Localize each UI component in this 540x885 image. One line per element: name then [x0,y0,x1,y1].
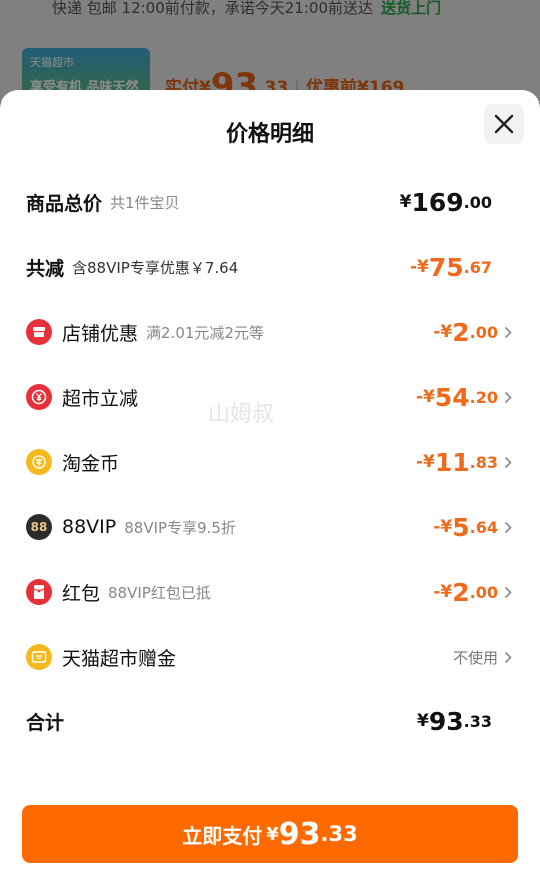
price-dec: .00 [469,582,498,602]
row-sub: 满2.01元减2元等 [146,323,264,342]
88vip-icon: 88 [26,514,52,540]
chevron-right-icon [504,521,512,534]
price-int: 2 [452,577,470,607]
coin-icon [26,449,52,475]
price-dec: .00 [463,192,492,212]
price-dec: .67 [463,257,492,277]
price-dec: .83 [469,452,498,472]
row-gift-credit[interactable]: 天猫超市赠金 不使用 [0,637,540,677]
row-label: 红包 [62,582,101,605]
row-label: 超市立减 [62,387,139,410]
row-88vip[interactable]: 88 88VIP 88VIP专享9.5折 -¥ 5.64 [0,507,540,547]
row-sub: 含88VIP专享优惠￥7.64 [72,258,239,277]
price-int: 169 [411,187,464,217]
price-prefix: -¥ [433,582,453,602]
row-red-packet[interactable]: 红包 88VIP红包已抵 -¥ 2.00 [0,572,540,612]
pay-now-button[interactable]: 立即支付 ¥93.33 [22,805,518,863]
price-dec: .64 [469,517,498,537]
row-shop-discount[interactable]: 店铺优惠 满2.01元减2元等 -¥ 2.00 [0,312,540,352]
price-prefix: -¥ [433,322,453,342]
row-label: 淘金币 [62,452,120,475]
price-prefix: -¥ [415,452,435,472]
row-label: 店铺优惠 [62,322,139,345]
gift-card-icon [26,644,52,670]
row-sub: 共1件宝贝 [110,193,180,212]
price-prefix: ¥ [417,711,429,731]
row-discount-total: 共减 含88VIP专享优惠￥7.64 -¥ 75.67 [0,247,540,287]
price-int: 54 [434,382,470,412]
price-prefix: ¥ [399,192,412,212]
price-detail-sheet: 价格明细 山姆叔 商品总价 共1件宝贝 ¥169.00 共减 含88VIP专享优… [0,90,540,885]
row-label: 88VIP [62,516,117,538]
chevron-right-icon [504,391,512,404]
sheet-title: 价格明细 [225,122,314,147]
row-sub: 88VIP专享9.5折 [124,518,236,537]
price-int: 75 [428,252,464,282]
row-label: 合计 [26,711,65,734]
yen-coupon-icon [26,384,52,410]
row-label: 天猫超市赠金 [62,647,177,670]
chevron-right-icon [504,326,512,339]
pay-dec: .33 [320,822,358,846]
price-dec: .20 [469,387,498,407]
pay-label: 立即支付 [182,823,263,848]
price-int: 5 [452,512,470,542]
price-dec: .33 [463,711,492,731]
row-sub: 88VIP红包已抵 [108,583,211,602]
gift-action-text[interactable]: 不使用 [453,647,498,668]
row-market-discount[interactable]: 超市立减 -¥ 54.20 [0,377,540,417]
chevron-right-icon [504,456,512,469]
price-dec: .00 [469,322,498,342]
chevron-right-icon [504,651,512,664]
price-int: 93 [428,706,464,736]
chevron-right-icon [504,586,512,599]
row-tao-coin[interactable]: 淘金币 -¥ 11.83 [0,442,540,482]
close-button[interactable] [484,104,524,144]
price-prefix: -¥ [409,257,429,277]
price-int: 11 [434,447,470,477]
price-prefix: -¥ [433,517,453,537]
pay-prefix: ¥ [266,823,279,845]
row-label: 共减 [26,257,65,280]
price-int: 2 [452,317,470,347]
price-prefix: -¥ [415,387,435,407]
red-packet-icon [26,579,52,605]
row-label: 商品总价 [26,192,103,215]
row-sum: 合计 ¥93.33 [0,701,540,741]
shop-icon [26,319,52,345]
row-total-goods: 商品总价 共1件宝贝 ¥169.00 [0,182,540,222]
close-icon [494,114,514,134]
pay-int: 93 [278,816,321,852]
